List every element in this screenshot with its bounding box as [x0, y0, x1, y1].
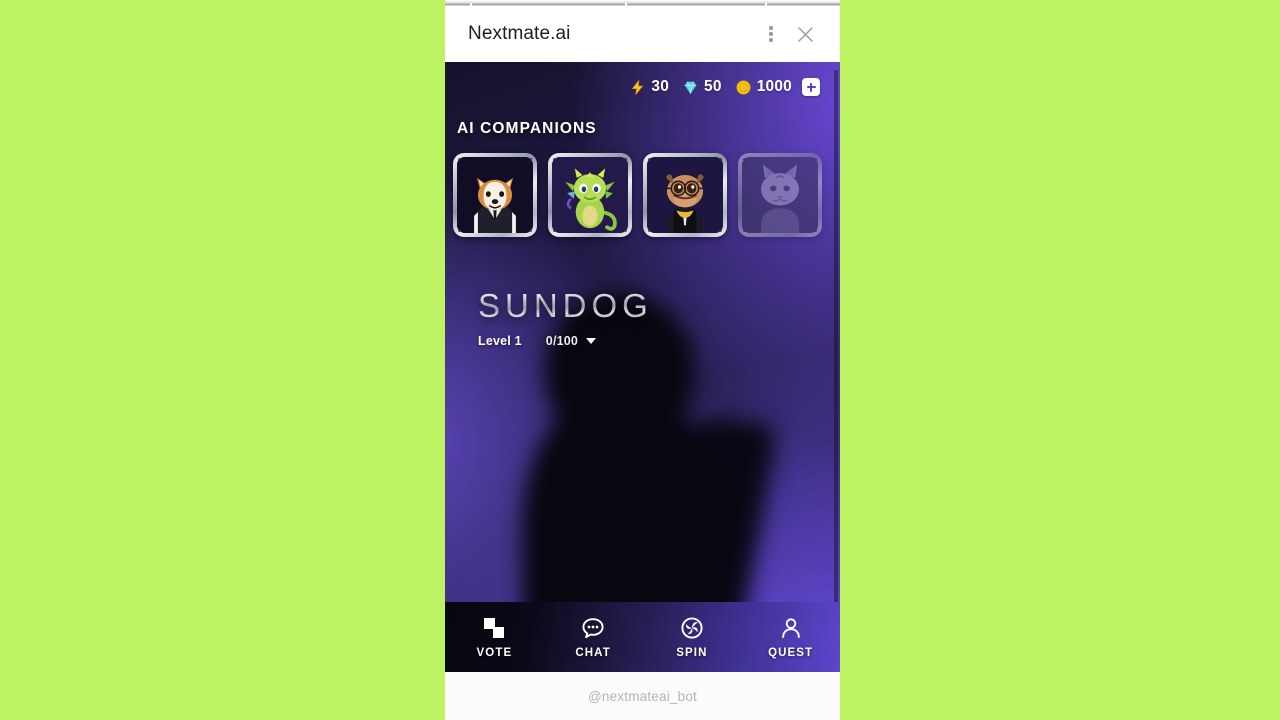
character-xp-dropdown[interactable]: 0/100 — [545, 334, 597, 348]
character-meta-row: Level 1 0/100 — [478, 334, 653, 348]
diamond-icon — [684, 80, 697, 94]
corgi-avatar-icon — [457, 157, 533, 233]
nav-label-chat: CHAT — [575, 646, 611, 659]
companions-section: AI COMPANIONS — [445, 120, 840, 237]
kebab-menu-button[interactable] — [754, 17, 788, 51]
currency-bar: 30 50 1000 — [629, 78, 820, 96]
pug-avatar-icon — [647, 157, 723, 233]
coins-value: 1000 — [756, 78, 792, 95]
person-icon — [781, 617, 800, 638]
nav-label-quest: QUEST — [768, 646, 814, 659]
gems-counter[interactable]: 50 — [682, 78, 722, 96]
companions-list — [445, 153, 840, 237]
character-info-block: SUNDOG Level 1 0/100 — [478, 287, 653, 348]
companion-card-corgi[interactable] — [453, 153, 537, 237]
app-window: Nextmate.ai 30 50 1000 AI COMPANIONS SUN… — [445, 6, 840, 720]
nav-item-chat[interactable]: CHAT — [544, 616, 643, 659]
chat-bubble-icon — [582, 617, 604, 638]
cat-avatar-icon — [742, 157, 818, 233]
bot-handle: @nextmateai_bot — [587, 688, 698, 704]
app-stage: 30 50 1000 AI COMPANIONS SUNDOG Level 1 … — [445, 62, 840, 672]
kebab-menu-icon — [769, 25, 773, 43]
add-currency-button[interactable] — [802, 78, 820, 96]
spin-wheel-icon — [681, 616, 703, 639]
content-scrollbar[interactable] — [834, 70, 838, 610]
companions-heading: AI COMPANIONS — [457, 120, 597, 137]
nav-label-spin: SPIN — [676, 646, 708, 659]
chevron-down-icon — [586, 338, 597, 344]
character-name: SUNDOG — [478, 287, 653, 324]
bottom-navigation-bar: VOTE CHAT SPIN QUEST — [445, 602, 840, 672]
close-button[interactable] — [788, 17, 822, 51]
app-header: Nextmate.ai — [445, 6, 840, 62]
nav-item-spin[interactable]: SPIN — [643, 616, 742, 659]
coins-counter[interactable]: 1000 — [735, 78, 792, 96]
squares-icon — [484, 617, 505, 638]
coin-icon — [736, 79, 751, 95]
plus-icon — [806, 82, 816, 92]
energy-counter[interactable]: 30 — [629, 78, 669, 96]
dragon-avatar-icon — [552, 157, 628, 233]
nav-label-vote: VOTE — [476, 646, 513, 659]
companion-card-pug[interactable] — [643, 153, 727, 237]
close-icon — [797, 26, 813, 42]
companion-card-dragon[interactable] — [548, 153, 632, 237]
energy-value: 30 — [651, 78, 670, 95]
nav-item-quest[interactable]: QUEST — [741, 616, 840, 659]
app-title: Nextmate.ai — [468, 23, 571, 44]
companion-card-cat[interactable] — [738, 153, 822, 237]
lightning-bolt-icon — [632, 78, 644, 95]
gems-value: 50 — [704, 78, 722, 95]
character-level: Level 1 — [478, 334, 522, 348]
character-xp-value: 0/100 — [545, 334, 579, 348]
app-footer: @nextmateai_bot — [445, 672, 840, 720]
nav-item-vote[interactable]: VOTE — [445, 616, 544, 659]
